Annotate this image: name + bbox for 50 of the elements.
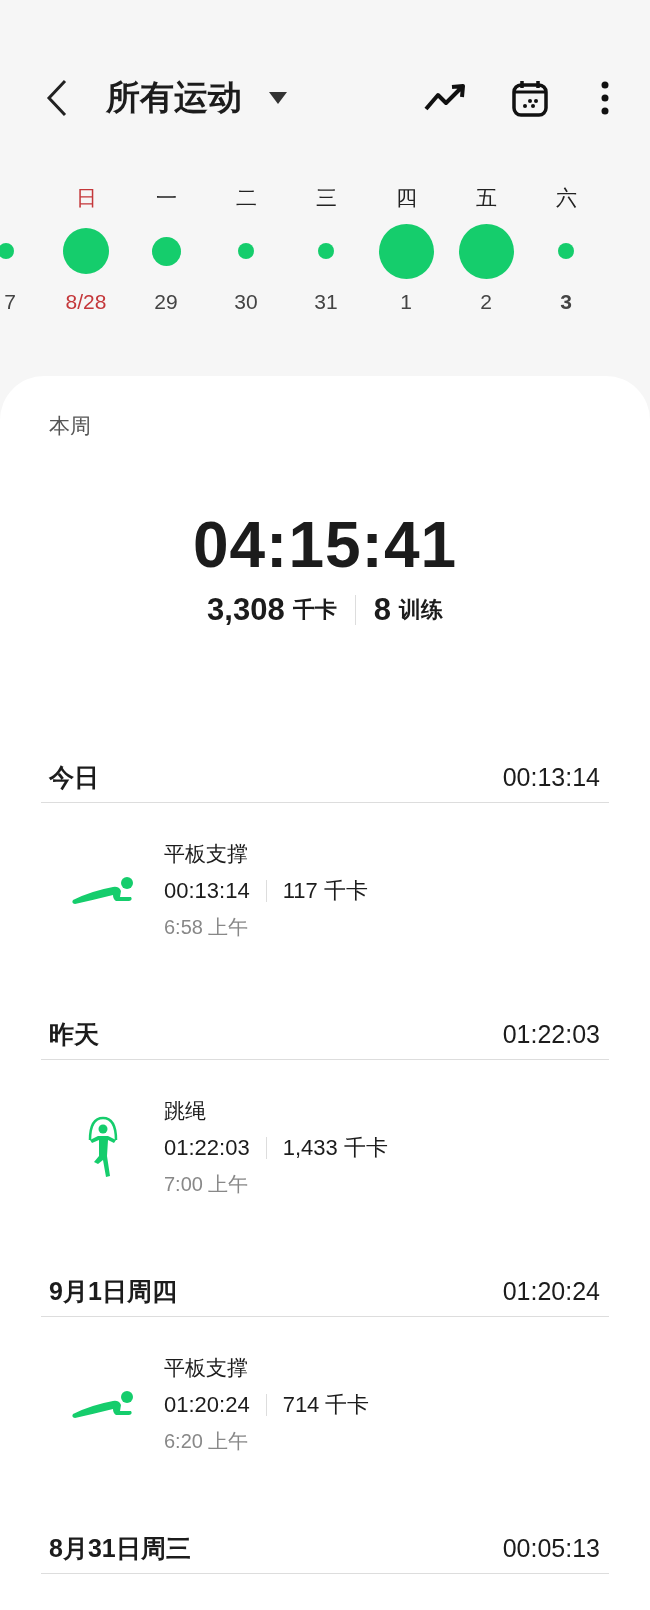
- workouts-value: 8: [373, 592, 391, 628]
- weekday-label: 一: [155, 185, 177, 211]
- activity-dot[interactable]: [63, 228, 109, 274]
- activity-name: 平板支撑: [164, 840, 249, 867]
- activity-dot[interactable]: [318, 243, 334, 259]
- plank-figure-icon: [70, 875, 135, 905]
- activity-duration: 01:22:03: [164, 1134, 250, 1161]
- day-total-time: 00:13:14: [502, 762, 600, 792]
- weekday-label: 四: [395, 185, 417, 211]
- day-total-time: 01:22:03: [502, 1019, 600, 1049]
- weekday-label: 三: [315, 185, 337, 211]
- activity-start-time: 7:00 上午: [164, 1171, 250, 1197]
- date-label: 2: [480, 290, 492, 314]
- workouts-unit: 训练: [398, 596, 443, 624]
- date-label: 31: [314, 290, 338, 314]
- calories-unit: 千卡: [292, 596, 337, 624]
- date-label: 8/28: [65, 290, 107, 314]
- total-time: 04:15:41: [192, 508, 458, 582]
- activity-duration: 01:20:24: [164, 1391, 250, 1418]
- activity-calories: 1,433 千卡: [282, 1133, 388, 1162]
- activity-duration: 00:13:14: [164, 877, 250, 904]
- activity-dot[interactable]: [238, 243, 254, 259]
- date-label: 29: [154, 290, 178, 314]
- day-label: 9月1日周四: [49, 1275, 177, 1307]
- activity-start-time: 6:58 上午: [164, 914, 250, 940]
- calories-value: 3,308: [207, 592, 285, 628]
- date-label: 7: [4, 290, 16, 314]
- page-title: 所有运动: [106, 77, 242, 118]
- date-label: 30: [234, 290, 258, 314]
- plank-figure-icon: [70, 1389, 135, 1419]
- weekday-label: 日: [75, 185, 97, 211]
- weekday-label: 五: [475, 185, 497, 211]
- date-label: 1: [400, 290, 412, 314]
- day-label: 8月31日周三: [49, 1532, 191, 1564]
- activity-calories: 117 千卡: [282, 876, 368, 905]
- day-total-time: 01:20:24: [502, 1276, 600, 1306]
- activity-name: 平板支撑: [164, 1354, 249, 1381]
- activity-dot[interactable]: [0, 243, 14, 259]
- date-label: 3: [560, 290, 572, 314]
- activity-dot[interactable]: [558, 243, 574, 259]
- weekday-label: 六: [555, 185, 577, 211]
- day-label: 昨天: [49, 1018, 99, 1050]
- day-total-time: 00:05:13: [502, 1533, 600, 1563]
- activity-calories: 714 千卡: [282, 1390, 370, 1419]
- activity-dot[interactable]: [151, 236, 181, 266]
- activity-start-time: 6:20 上午: [164, 1428, 250, 1454]
- day-label: 今日: [49, 761, 99, 793]
- period-label: 本周: [49, 413, 91, 439]
- activity-name: 跳绳: [164, 1097, 207, 1124]
- weekday-label: 二: [235, 185, 257, 211]
